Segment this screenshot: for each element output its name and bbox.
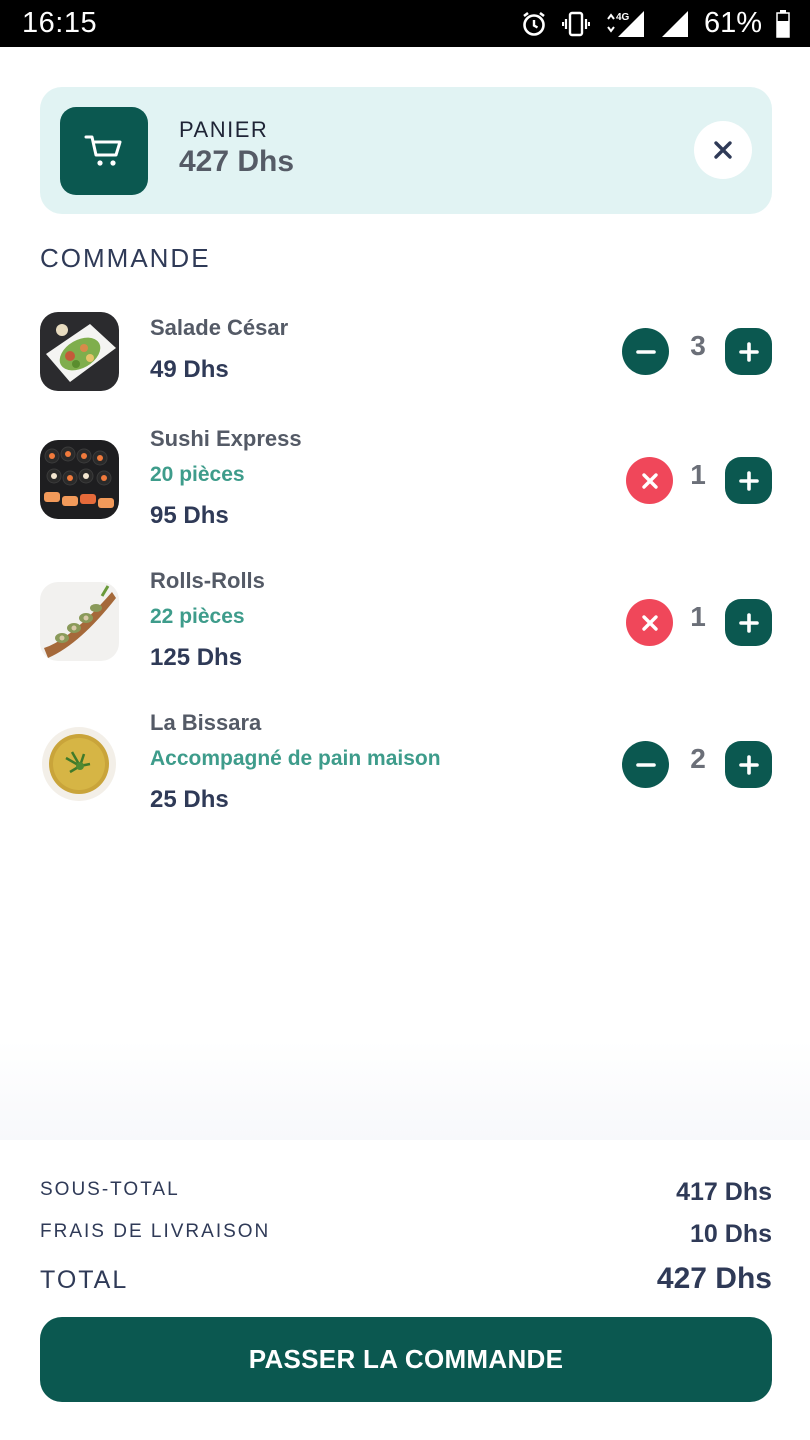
item-subtitle: 22 pièces bbox=[150, 605, 245, 628]
cart-header: PANIER 427 Dhs bbox=[40, 87, 772, 214]
remove-icon bbox=[641, 614, 658, 631]
item-subtitle: 20 pièces bbox=[150, 463, 245, 486]
remove-button[interactable] bbox=[626, 599, 673, 646]
quantity-value: 3 bbox=[690, 330, 706, 361]
quantity-stepper: 1 bbox=[622, 457, 772, 505]
plus-icon bbox=[738, 470, 759, 491]
item-name: Salade César bbox=[150, 315, 289, 340]
plus-icon bbox=[738, 341, 759, 362]
place-order-button[interactable]: PASSER LA COMMANDE bbox=[40, 1317, 772, 1402]
plus-icon bbox=[738, 612, 759, 633]
remove-button[interactable] bbox=[626, 457, 673, 504]
plus-icon bbox=[738, 754, 759, 775]
status-icons: 4G 61% bbox=[520, 7, 790, 40]
increase-button[interactable] bbox=[725, 457, 772, 504]
status-bar: 16:15 4G 61% bbox=[0, 0, 810, 47]
battery-icon bbox=[776, 9, 790, 38]
item-image bbox=[40, 440, 119, 519]
list-item: Salade César 49 Dhs 3 bbox=[40, 312, 772, 402]
list-item: Rolls-Rolls 22 pièces 125 Dhs 1 bbox=[40, 568, 772, 678]
item-name: La Bissara bbox=[150, 710, 262, 735]
quantity-stepper: 2 bbox=[622, 741, 772, 789]
vibrate-icon bbox=[561, 10, 590, 38]
item-image bbox=[40, 582, 119, 661]
alarm-icon bbox=[520, 10, 548, 38]
quantity-stepper: 1 bbox=[622, 599, 772, 647]
list-item: Sushi Express 20 pièces 95 Dhs 1 bbox=[40, 426, 772, 536]
close-button[interactable] bbox=[694, 121, 752, 179]
signal-4g-icon: 4G bbox=[604, 9, 646, 39]
quantity-value: 2 bbox=[690, 743, 706, 774]
cart-total: 427 Dhs bbox=[179, 145, 295, 178]
delivery-fee-label: FRAIS DE LIVRAISON bbox=[40, 1221, 271, 1242]
delivery-fee-value: 10 Dhs bbox=[690, 1220, 772, 1248]
subtotal-value: 417 Dhs bbox=[676, 1178, 772, 1206]
item-price: 125 Dhs bbox=[150, 644, 243, 671]
signal-icon bbox=[660, 9, 690, 39]
item-name: Rolls-Rolls bbox=[150, 568, 265, 593]
increase-button[interactable] bbox=[725, 741, 772, 788]
item-name: Sushi Express bbox=[150, 426, 302, 451]
network-label: 4G bbox=[616, 12, 630, 23]
scroll-fade bbox=[0, 1040, 810, 1140]
minus-icon bbox=[635, 762, 656, 767]
minus-icon bbox=[635, 349, 656, 354]
decrease-button[interactable] bbox=[622, 741, 669, 788]
quantity-value: 1 bbox=[690, 459, 706, 490]
remove-icon bbox=[641, 472, 658, 489]
battery-percent: 61% bbox=[703, 7, 762, 39]
item-price: 25 Dhs bbox=[150, 786, 229, 813]
quantity-value: 1 bbox=[690, 601, 706, 632]
cart-label: PANIER bbox=[179, 117, 269, 142]
list-item: La Bissara Accompagné de pain maison 25 … bbox=[40, 710, 772, 820]
subtotal-label: SOUS-TOTAL bbox=[40, 1179, 180, 1200]
total-label: TOTAL bbox=[40, 1266, 129, 1294]
item-price: 95 Dhs bbox=[150, 502, 229, 529]
item-image bbox=[40, 312, 119, 391]
increase-button[interactable] bbox=[725, 599, 772, 646]
item-image bbox=[40, 724, 119, 803]
total-value: 427 Dhs bbox=[656, 1262, 772, 1295]
cart-icon bbox=[60, 107, 148, 195]
item-subtitle: Accompagné de pain maison bbox=[150, 747, 441, 770]
increase-button[interactable] bbox=[725, 328, 772, 375]
quantity-stepper: 3 bbox=[622, 328, 772, 376]
decrease-button[interactable] bbox=[622, 328, 669, 375]
status-time: 16:15 bbox=[22, 7, 98, 39]
close-icon bbox=[714, 141, 732, 159]
section-title: COMMANDE bbox=[40, 243, 211, 273]
item-price: 49 Dhs bbox=[150, 356, 229, 383]
